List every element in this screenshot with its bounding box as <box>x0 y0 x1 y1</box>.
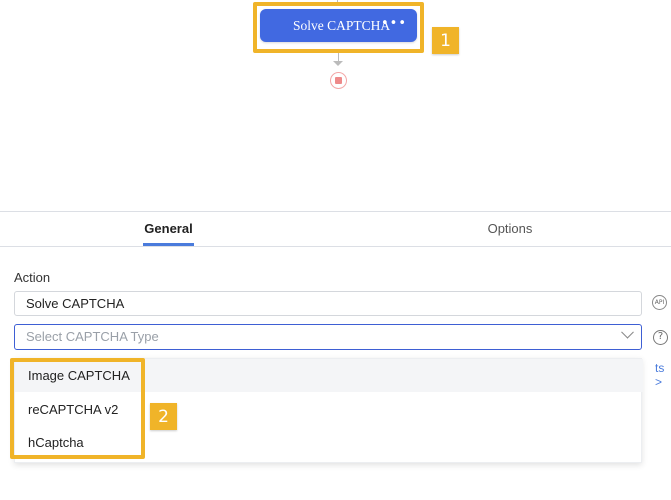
help-icon[interactable]: ? <box>653 330 668 345</box>
tab-options[interactable]: Options <box>480 212 540 246</box>
arrow-down-icon <box>333 61 343 66</box>
partial-link[interactable]: ts > <box>655 361 671 389</box>
end-node-stop-icon[interactable] <box>330 72 347 89</box>
tab-bar: General Options <box>0 212 671 247</box>
captcha-type-placeholder: Select CAPTCHA Type <box>26 329 159 344</box>
chevron-down-icon <box>621 325 634 339</box>
annotation-badge-2: 2 <box>150 403 177 430</box>
captcha-type-select[interactable]: Select CAPTCHA Type <box>14 324 642 350</box>
api-icon[interactable]: API <box>652 295 667 310</box>
action-label: Action <box>14 270 51 285</box>
annotation-badge-1: 1 <box>432 27 459 54</box>
highlight-box-node <box>253 2 424 53</box>
highlight-box-dropdown <box>10 358 145 459</box>
action-input[interactable]: Solve CAPTCHA <box>14 291 642 316</box>
tab-general[interactable]: General <box>143 212 194 246</box>
